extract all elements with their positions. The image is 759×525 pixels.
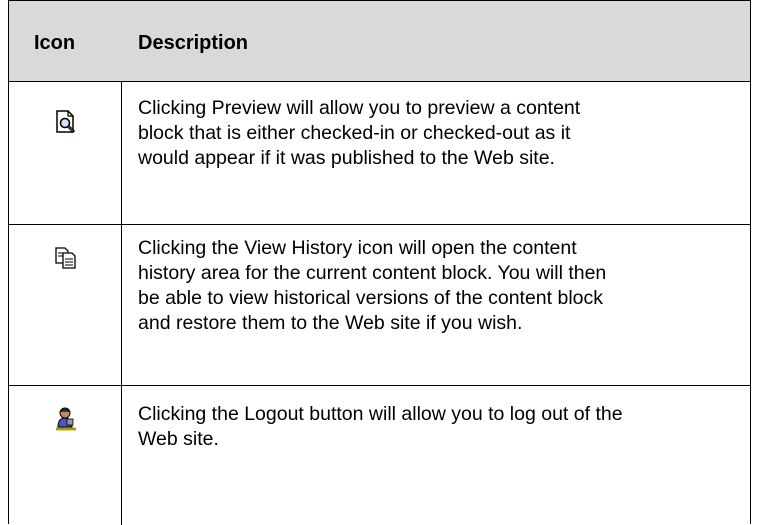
description-line: Clicking the Logout button will allow yo…: [138, 403, 623, 425]
description-line: block that is either checked-in or check…: [138, 122, 571, 144]
description-line: Clicking the View History icon will open…: [138, 237, 577, 259]
description-line: and restore them to the Web site if you …: [138, 312, 523, 334]
table-header-row: Icon Description: [9, 1, 750, 82]
table-row: Clicking Preview will allow you to previ…: [9, 82, 750, 225]
preview-icon: [52, 108, 80, 136]
description-line: would appear if it was published to the …: [138, 147, 555, 169]
description-cell: Clicking the View History icon will open…: [138, 236, 738, 336]
table-row: Clicking the View History icon will open…: [9, 225, 750, 386]
description-cell: Clicking Preview will allow you to previ…: [138, 96, 738, 171]
description-line: be able to view historical versions of t…: [138, 287, 604, 309]
description-cell: Clicking the Logout button will allow yo…: [138, 402, 738, 452]
view-history-icon: [52, 244, 80, 272]
description-line: history area for the current content blo…: [138, 262, 607, 284]
icon-column-header: Icon: [34, 32, 76, 54]
icon-description-table: Icon Description Clicking Preview will a…: [8, 0, 751, 525]
logout-icon: [52, 405, 80, 433]
description-line: Clicking Preview will allow you to previ…: [138, 97, 581, 119]
description-line: Web site.: [138, 428, 219, 450]
table-row: Clicking the Logout button will allow yo…: [9, 386, 750, 525]
description-column-header: Description: [138, 32, 249, 54]
